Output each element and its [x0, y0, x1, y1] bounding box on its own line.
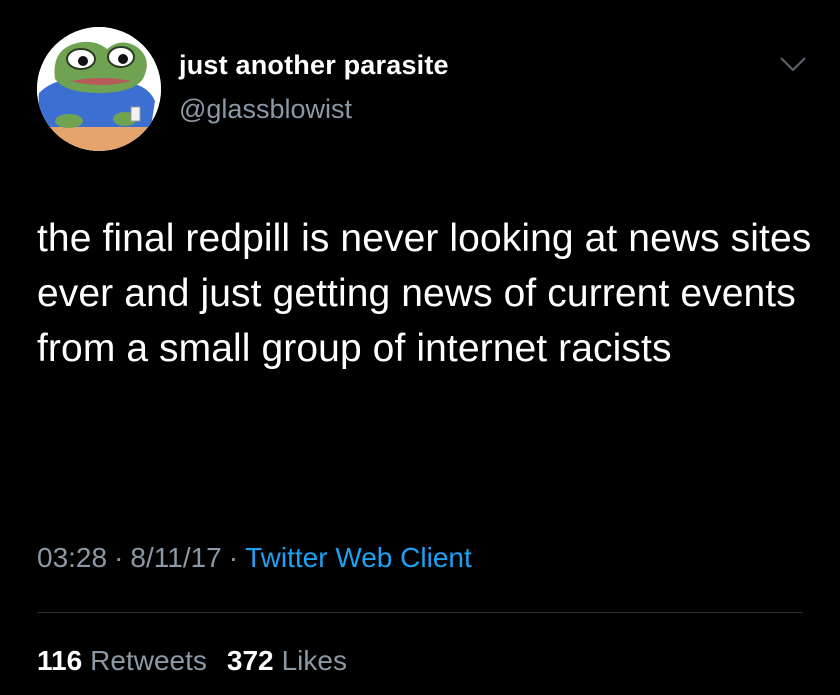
tweet-stats: 116 Retweets 372 Likes	[37, 645, 347, 677]
tweet-text: the final redpill is never looking at ne…	[37, 217, 812, 370]
retweets-count: 116	[37, 645, 83, 676]
retweets-label: Retweets	[90, 645, 207, 676]
author-display-name[interactable]: just another parasite	[179, 50, 449, 81]
likes-count: 372	[226, 645, 274, 676]
avatar[interactable]	[37, 27, 161, 151]
meta-separator: ·	[114, 542, 124, 573]
likes-label: Likes	[281, 645, 347, 676]
chevron-down-icon[interactable]	[779, 55, 807, 73]
tweet-card: just another parasite @glassblowist the …	[0, 0, 840, 695]
author-handle[interactable]: @glassblowist	[179, 94, 352, 125]
tweet-meta: 03:28 · 8/11/17 · Twitter Web Client	[37, 542, 472, 574]
tweet-time[interactable]: 03:28	[37, 542, 107, 573]
retweets-stat[interactable]: 116 Retweets	[37, 645, 207, 676]
frog-avatar-icon	[37, 27, 161, 151]
tweet-source-link[interactable]: Twitter Web Client	[245, 542, 472, 573]
meta-separator: ·	[228, 542, 239, 573]
divider	[37, 612, 803, 613]
likes-stat[interactable]: 372 Likes	[227, 645, 347, 676]
tweet-date[interactable]: 8/11/17	[130, 542, 221, 573]
